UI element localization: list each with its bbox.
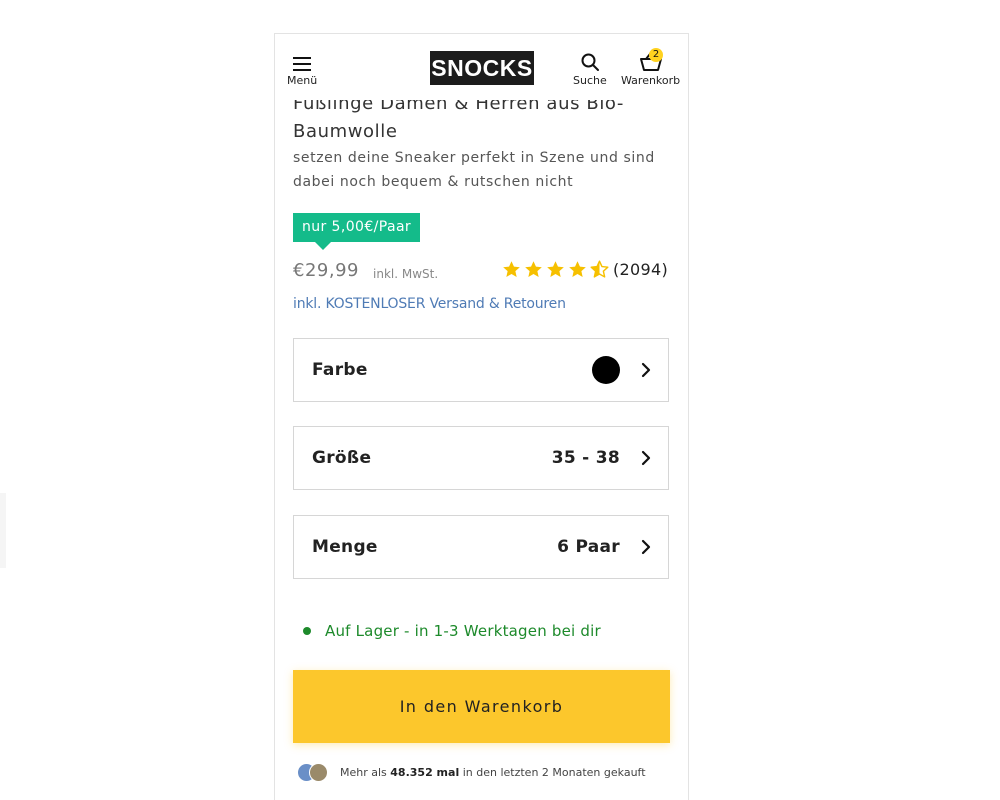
cart-count-badge: 2 <box>649 48 663 62</box>
rating[interactable]: (2094) <box>502 260 668 279</box>
star-icon <box>503 261 520 277</box>
star-rating <box>502 260 609 279</box>
color-selector[interactable]: Farbe <box>293 338 669 402</box>
size-selector[interactable]: Größe 35 - 38 <box>293 426 669 490</box>
avatar <box>309 763 328 782</box>
side-edge <box>0 493 6 568</box>
chevron-right-icon <box>641 450 651 466</box>
star-icon <box>569 261 586 277</box>
social-proof: Mehr als 48.352 mal in den letzten 2 Mon… <box>297 763 646 782</box>
half-star-icon <box>590 260 609 278</box>
quantity-selector[interactable]: Menge 6 Paar <box>293 515 669 579</box>
customer-avatars <box>297 763 328 782</box>
cart-button[interactable]: 2 Warenkorb <box>621 48 681 87</box>
shipping-info: inkl. KOSTENLOSER Versand & Retouren <box>293 296 566 312</box>
product-subtitle: setzen deine Sneaker perfekt in Szene un… <box>293 150 655 190</box>
hamburger-icon <box>293 57 312 71</box>
stock-status: Auf Lager - in 1-3 Werktagen bei dir <box>303 622 601 640</box>
brand-logo[interactable]: SNOCKS <box>430 51 534 85</box>
stock-text: Auf Lager - in 1-3 Werktagen bei dir <box>325 622 601 640</box>
chevron-right-icon <box>641 539 651 555</box>
social-suffix: in den letzten 2 Monaten gekauft <box>462 766 646 779</box>
quantity-label: Menge <box>312 537 378 557</box>
size-label: Größe <box>312 448 372 468</box>
menu-label: Menü <box>287 74 318 87</box>
color-swatch <box>592 356 620 384</box>
quantity-value: 6 Paar <box>557 537 620 557</box>
star-icon <box>547 261 564 277</box>
search-button[interactable]: Suche <box>573 52 607 87</box>
size-value: 35 - 38 <box>551 448 620 468</box>
mobile-viewport: Menü SNOCKS Suche 2 Warenkorb Füßlinge D… <box>274 33 689 800</box>
rating-count: (2094) <box>613 260 669 279</box>
search-icon <box>581 53 599 71</box>
top-header: Menü SNOCKS Suche 2 Warenkorb <box>275 34 688 100</box>
vat-note: inkl. MwSt. <box>373 267 439 281</box>
product-price: €29,99 <box>293 260 359 281</box>
search-label: Suche <box>573 74 607 87</box>
menu-button[interactable]: Menü <box>287 56 317 87</box>
add-to-cart-button[interactable]: In den Warenkorb <box>293 670 670 743</box>
social-prefix: Mehr als <box>340 766 387 779</box>
chevron-right-icon <box>641 362 651 378</box>
cart-label: Warenkorb <box>621 74 681 87</box>
stock-dot-icon <box>303 627 311 635</box>
price-per-pair-badge: nur 5,00€/Paar <box>293 213 421 250</box>
social-count: 48.352 mal <box>390 766 460 779</box>
star-icon <box>525 261 542 277</box>
color-label: Farbe <box>312 360 368 380</box>
